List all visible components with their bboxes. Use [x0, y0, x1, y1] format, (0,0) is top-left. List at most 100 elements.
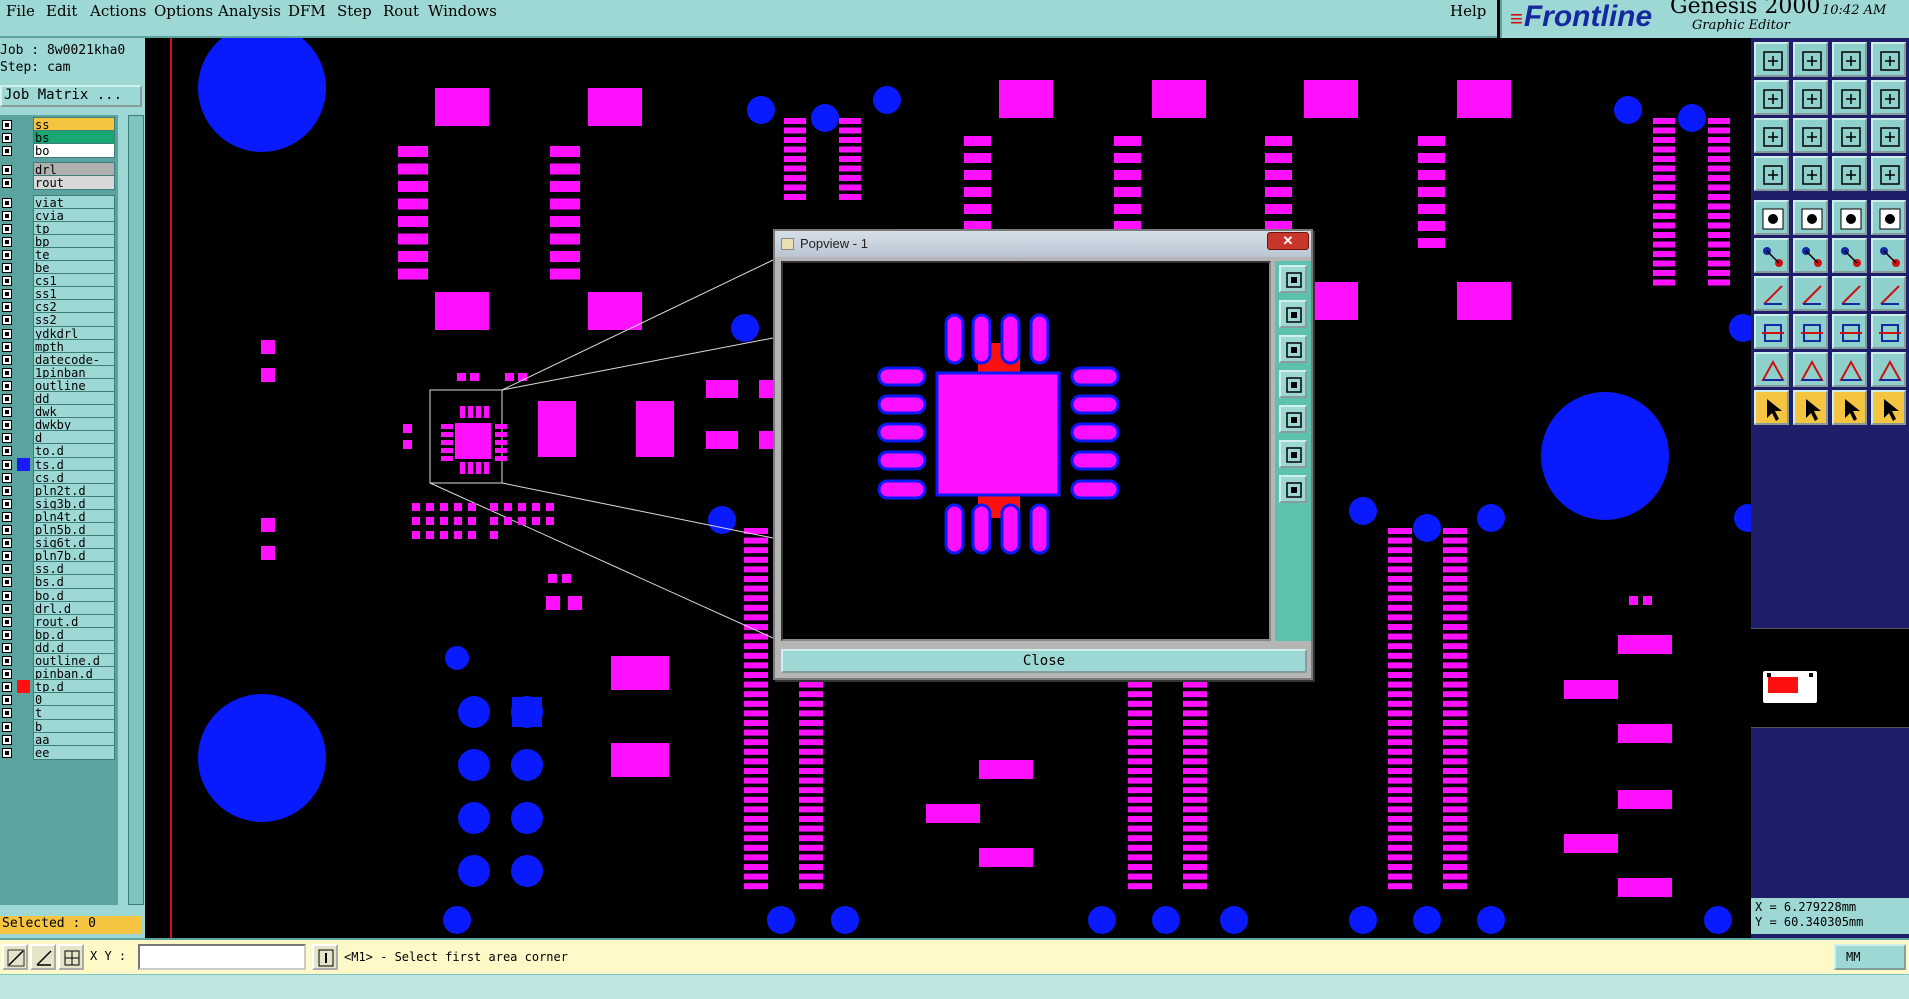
layer-row-rout[interactable]: rout	[0, 175, 118, 191]
zoom-fit-icon[interactable]	[1832, 80, 1867, 115]
layer-checkbox[interactable]	[2, 656, 12, 666]
menu-options[interactable]: Options	[154, 2, 213, 20]
units-selector[interactable]: MM	[1834, 944, 1906, 970]
layer-checkbox[interactable]	[2, 629, 12, 640]
menu-analysis[interactable]: Analysis	[218, 2, 281, 20]
snap-icon[interactable]	[1871, 80, 1906, 115]
select-line-icon[interactable]	[1793, 200, 1828, 235]
layer-checkbox[interactable]	[2, 165, 12, 176]
layer-checkbox[interactable]	[2, 210, 12, 221]
layer-checkbox[interactable]	[2, 616, 12, 627]
pv-pan-icon[interactable]	[1279, 475, 1307, 503]
layer-checkbox[interactable]	[2, 315, 12, 326]
arc-icon[interactable]	[1832, 276, 1867, 311]
menu-actions[interactable]: Actions	[90, 2, 146, 20]
layer-row-ee[interactable]: ee	[0, 744, 118, 760]
select-pad-icon[interactable]	[1754, 200, 1789, 235]
scale-1-2-icon[interactable]	[1832, 118, 1867, 153]
connect-icon[interactable]	[1754, 238, 1789, 273]
layer-checkbox[interactable]	[2, 407, 12, 418]
dfm-icon[interactable]	[1832, 156, 1867, 191]
layer-checkbox[interactable]	[2, 236, 12, 247]
layer-checkbox[interactable]	[2, 511, 12, 522]
netlist-icon[interactable]	[1871, 156, 1906, 191]
pv-fit-icon[interactable]	[1279, 335, 1307, 363]
layer-name[interactable]: ee	[33, 744, 115, 760]
cross-icon[interactable]	[1793, 238, 1828, 273]
layer-checkbox[interactable]	[2, 695, 12, 706]
layer-checkbox[interactable]	[2, 498, 12, 509]
open-job-icon[interactable]	[1754, 42, 1789, 77]
layer-checkbox[interactable]	[2, 263, 12, 273]
layer-checkbox[interactable]	[2, 178, 12, 189]
trapezoid-icon[interactable]	[1832, 352, 1867, 387]
layer-checkbox[interactable]	[2, 485, 12, 496]
layer-checkbox[interactable]	[2, 590, 12, 601]
zoom-next-icon[interactable]	[1793, 80, 1828, 115]
mirror-icon[interactable]	[1871, 276, 1906, 311]
layer-checkbox[interactable]	[2, 551, 12, 562]
popview-canvas[interactable]	[781, 261, 1271, 641]
layer-checkbox[interactable]	[2, 564, 12, 575]
angle-mode-icon[interactable]	[30, 944, 56, 970]
wave-icon[interactable]	[1871, 352, 1906, 387]
layers-icon[interactable]	[1871, 42, 1906, 77]
layer-checkbox[interactable]	[2, 302, 12, 313]
layer-name[interactable]: bo	[33, 143, 115, 159]
layer-checkbox[interactable]	[2, 682, 12, 693]
layer-checkbox[interactable]	[2, 538, 12, 549]
slash-icon[interactable]	[1793, 276, 1828, 311]
layer-checkbox[interactable]	[2, 223, 12, 234]
pointer-route-icon[interactable]	[1871, 390, 1906, 425]
snap-grid-icon[interactable]	[58, 944, 84, 970]
layer-row-bo[interactable]: bo	[0, 143, 118, 159]
pv-expand-icon[interactable]	[1279, 440, 1307, 468]
layer-checkbox[interactable]	[2, 328, 12, 339]
pv-prev-icon[interactable]	[1279, 370, 1307, 398]
dash-icon[interactable]	[1793, 314, 1828, 349]
line-tool-icon[interactable]	[1754, 276, 1789, 311]
layer-checkbox[interactable]	[2, 133, 12, 144]
menu-file[interactable]: File	[6, 2, 35, 20]
zoom-area-icon[interactable]	[1754, 118, 1789, 153]
layer-checkbox[interactable]	[2, 459, 12, 470]
route-icon[interactable]	[1832, 238, 1867, 273]
layer-checkbox[interactable]	[2, 380, 12, 391]
pan-icon[interactable]	[1793, 118, 1828, 153]
popview-close-x-button[interactable]: ✕	[1267, 232, 1309, 250]
pv-zoom-out-icon[interactable]	[1279, 300, 1307, 328]
pointer-target-icon[interactable]	[1832, 390, 1867, 425]
layer-checkbox[interactable]	[2, 289, 12, 300]
line-mode-icon[interactable]	[2, 944, 28, 970]
measure-icon[interactable]	[1754, 156, 1789, 191]
layer-checkbox[interactable]	[2, 367, 12, 378]
feature-icon[interactable]	[1754, 314, 1789, 349]
layer-checkbox[interactable]	[2, 146, 12, 157]
popview-close-button[interactable]: Close	[781, 649, 1307, 673]
pointer-select-icon[interactable]	[1793, 390, 1828, 425]
layer-checkbox[interactable]	[2, 577, 12, 588]
menu-dfm[interactable]: DFM	[288, 2, 326, 20]
home-icon[interactable]	[1832, 42, 1867, 77]
pv-zoom-in-icon[interactable]	[1279, 265, 1307, 293]
menu-edit[interactable]: Edit	[46, 2, 77, 20]
layer-name[interactable]: rout	[33, 175, 115, 191]
layer-checkbox[interactable]	[2, 394, 12, 404]
layer-list-scrollbar[interactable]	[128, 115, 144, 905]
grid-icon[interactable]	[1793, 156, 1828, 191]
menu-help[interactable]: Help	[1450, 2, 1486, 20]
info-icon[interactable]	[312, 944, 338, 970]
menu-rout[interactable]: Rout	[383, 2, 419, 20]
pointer-icon[interactable]	[1754, 390, 1789, 425]
layer-checkbox[interactable]	[2, 669, 12, 680]
layer-checkbox[interactable]	[2, 433, 12, 444]
layer-checkbox[interactable]	[2, 721, 12, 732]
ruler-icon[interactable]	[1832, 200, 1867, 235]
layer-checkbox[interactable]	[2, 734, 12, 745]
layer-checkbox[interactable]	[2, 708, 12, 719]
delta-icon[interactable]	[1793, 352, 1828, 387]
layer-checkbox[interactable]	[2, 341, 12, 352]
xy-input[interactable]	[138, 944, 306, 970]
menu-windows[interactable]: Windows	[428, 2, 497, 20]
rotate-icon[interactable]	[1871, 238, 1906, 273]
